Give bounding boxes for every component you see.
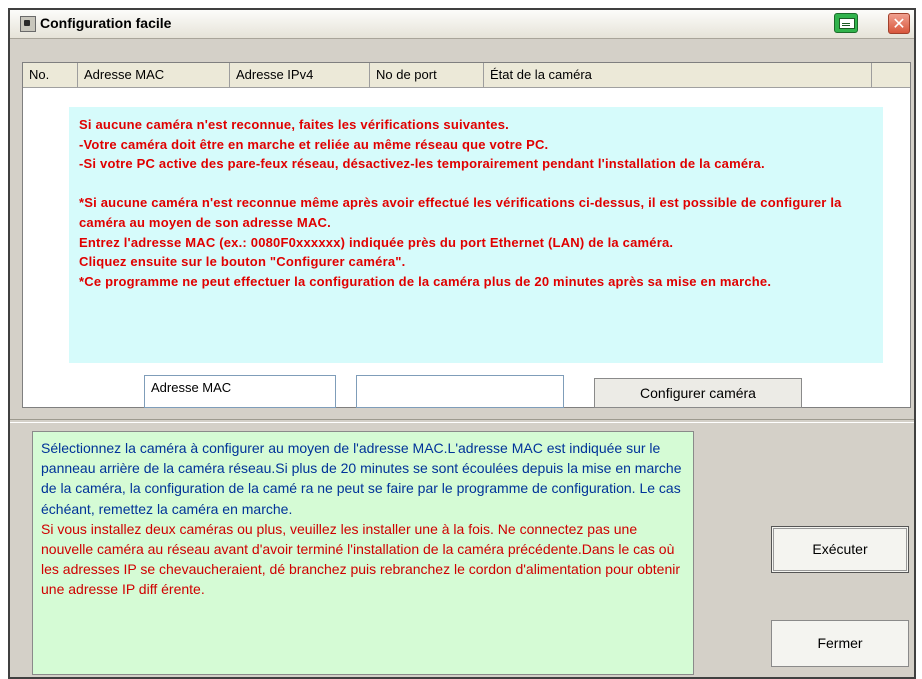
camera-list[interactable]: No. Adresse MAC Adresse IPv4 No de port … (22, 62, 911, 408)
section-divider (10, 419, 914, 423)
column-header-port[interactable]: No de port (370, 63, 484, 87)
no-camera-info: Si aucune caméra n'est reconnue, faites … (69, 107, 883, 363)
title-bar[interactable]: Configuration facile ✕ (10, 10, 914, 39)
config-window: Configuration facile ✕ No. Adresse MAC A… (8, 8, 916, 679)
help-text-box: Sélectionnez la caméra à configurer au m… (32, 431, 694, 675)
info-line: *Ce programme ne peut effectuer la confi… (79, 273, 772, 289)
list-header: No. Adresse MAC Adresse IPv4 No de port … (23, 63, 910, 88)
info-line: Si aucune caméra n'est reconnue, faites … (79, 117, 509, 132)
help-blue-text: Sélectionnez la caméra à configurer au m… (41, 440, 682, 517)
column-header-status[interactable]: État de la caméra (484, 63, 872, 87)
mac-address-input[interactable] (356, 375, 564, 408)
close-icon[interactable]: ✕ (888, 13, 910, 34)
printer-icon[interactable] (834, 13, 858, 33)
column-header-spacer (872, 63, 910, 87)
configure-camera-button[interactable]: Configurer caméra (594, 378, 802, 408)
window-title: Configuration facile (40, 15, 172, 31)
window-system-icon[interactable] (20, 16, 36, 32)
column-header-no[interactable]: No. (23, 63, 78, 87)
info-line: Cliquez ensuite sur le bouton "Configure… (79, 254, 406, 270)
execute-button[interactable]: Exécuter (771, 526, 909, 573)
info-line: -Si votre PC active des pare-feux réseau… (79, 156, 765, 172)
mac-address-label: Adresse MAC (144, 375, 336, 408)
help-red-text: Si vous installez deux caméras ou plus, … (41, 520, 681, 598)
info-gap (79, 174, 873, 193)
column-header-mac[interactable]: Adresse MAC (78, 63, 230, 87)
close-button[interactable]: Fermer (771, 620, 909, 667)
info-line: Entrez l'adresse MAC (ex.: 0080F0xxxxxx)… (79, 234, 674, 250)
column-header-ipv4[interactable]: Adresse IPv4 (230, 63, 370, 87)
info-line: -Votre caméra doit être en marche et rel… (79, 136, 549, 152)
info-line: *Si aucune caméra n'est reconnue même ap… (79, 195, 842, 230)
